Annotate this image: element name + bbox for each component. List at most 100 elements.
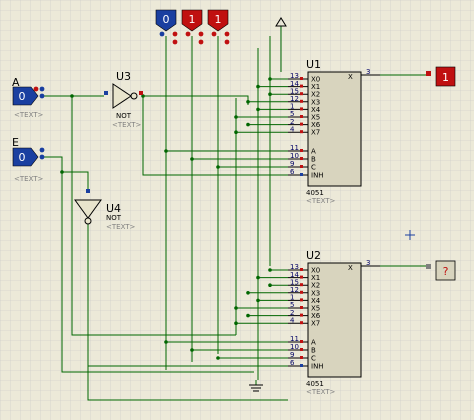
schematic-grid [0,0,474,420]
junction-dot [268,268,272,272]
u3-input-marker [104,91,108,95]
input-a-value: 0 [19,90,26,103]
selector-3-pin-dot [224,39,230,45]
u2-part-label: 4051 [306,380,324,388]
junction-dot [216,165,220,169]
junction-dot [164,149,168,153]
pin-number: 4 [290,125,295,133]
u4-text-tag: <TEXT> [106,223,136,231]
selector-3-pin [211,31,217,37]
junction-dot [60,170,64,174]
input-a-pin-dot [33,86,39,92]
junction-dot [268,92,272,96]
u2-text-tag: <TEXT> [306,388,336,396]
pin-state-marker [300,268,303,271]
u3-ref-label: U3 [116,70,131,83]
pin-number: 11 [290,335,299,343]
selector-2-pin-dot [198,39,204,45]
pin-name: X7 [311,320,320,328]
u3-text-tag: <TEXT> [112,121,142,129]
output-pin-name: X [348,264,353,272]
pin-state-marker [300,290,303,294]
input-a-text-tag: <TEXT> [14,111,44,119]
pin-state-marker [300,115,303,118]
junction-dot [234,130,238,134]
pin-state-marker [300,340,303,343]
pin-name: C [311,355,316,363]
junction-dot [234,306,238,310]
input-e-pin [39,154,45,160]
selector-3-value: 1 [215,13,222,26]
output-1-value: 1 [442,71,449,84]
input-a-pin [39,86,45,92]
pin-name: C [311,164,316,172]
pin-state-marker [300,130,303,134]
junction-dot [256,275,260,280]
u1-part-label: 4051 [306,189,324,197]
pin-state-marker [300,313,303,317]
output-1-marker [426,71,431,76]
schematic-canvas[interactable]: 0 1 1 A 0 <TEXT> E 0 <TEXT> U3 NOT <TEXT… [0,0,474,420]
junction-dot [268,283,272,288]
pin-state-marker [300,149,303,152]
junction-dot [268,77,272,81]
pin-state-marker [300,77,303,80]
pin-name: B [311,347,316,355]
pin-number: 6 [290,359,295,367]
pin-name: B [311,156,316,164]
pin-name: A [311,148,316,156]
selector-2-pin [185,31,191,37]
selector-1-pin-dot [172,39,178,45]
pin-state-marker [300,321,303,325]
pin-state-marker [300,122,303,126]
junction-dot [246,291,250,295]
u1-ref-label: U1 [306,58,321,71]
input-e-text-tag: <TEXT> [14,175,44,183]
pin-state-marker [300,356,303,359]
selector-1-pin-dot [172,31,178,37]
junction-dot [234,115,238,119]
output-pin-number: 3 [366,68,370,76]
input-e-value: 0 [19,151,26,164]
pin-number: 10 [290,152,299,160]
u2-ref-label: U2 [306,249,321,262]
pin-number: 9 [290,160,294,168]
pin-name: INH [311,363,324,371]
junction-dot [234,321,238,326]
junction-dot [256,84,260,89]
u1-text-tag: <TEXT> [306,197,336,205]
pin-state-marker [300,275,303,279]
output-2-value: ? [443,265,449,278]
input-e-label: E [12,136,19,149]
selector-1-value: 0 [163,13,170,26]
selector-2-value: 1 [189,13,196,26]
selector-3-pin-dot [224,31,230,37]
pin-state-marker [300,84,303,88]
junction-dot [246,122,250,127]
junction-dot [256,298,260,303]
output-2-marker [426,264,431,269]
pin-number: 9 [290,351,294,359]
pin-name: X7 [311,129,320,137]
u4-type-label: NOT [106,214,122,222]
junction-dot [246,100,250,104]
u3-type-label: NOT [116,112,132,120]
output-pin-number: 3 [366,259,370,267]
selector-1-pin [159,31,165,37]
pin-name: A [311,339,316,347]
pin-state-marker [300,92,303,96]
pin-number: 10 [290,343,299,351]
junction-dot [216,356,220,360]
pin-state-marker [300,99,303,103]
pin-state-marker [300,157,303,160]
pin-state-marker [300,306,303,309]
junction-dot [256,107,260,112]
u3-output-marker [139,91,143,95]
pin-state-marker [300,173,303,176]
input-a-pin [39,93,45,99]
u4-input-marker [86,189,90,193]
pin-state-marker [300,364,303,367]
pin-name: INH [311,172,324,180]
pin-state-marker [300,283,303,287]
junction-dot [190,157,194,161]
